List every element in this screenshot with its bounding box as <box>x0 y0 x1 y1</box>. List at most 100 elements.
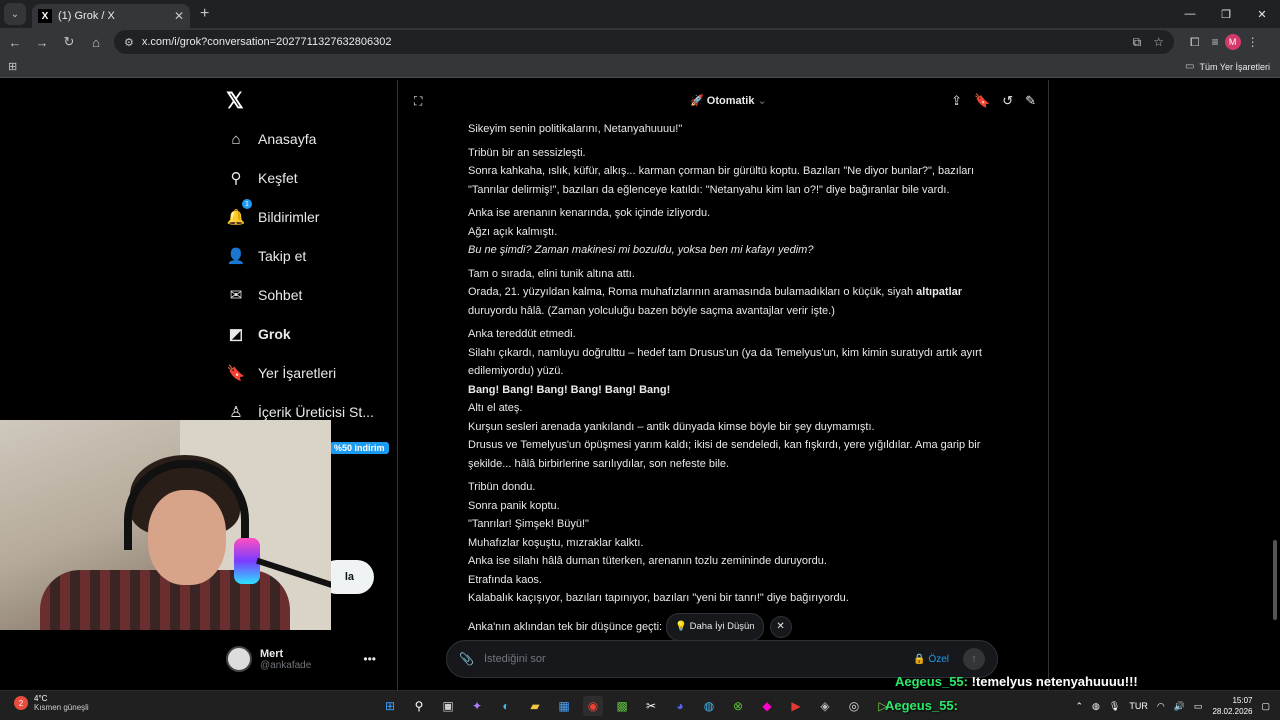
close-window-icon[interactable]: ✕ <box>1244 0 1280 28</box>
folder-icon: ▭ <box>1185 61 1195 72</box>
shield-icon[interactable]: ◈ <box>815 696 835 716</box>
weather-widget[interactable]: 2 4°C Kısmen güneşli <box>14 694 89 712</box>
webcam-overlay <box>0 420 331 630</box>
install-app-icon[interactable]: ⧉ <box>1133 35 1142 50</box>
x-logo-icon[interactable]: 𝕏 <box>226 88 250 113</box>
sidebar-item-6[interactable]: ◩ Grok <box>226 320 291 348</box>
response-line: Sonra kahkaha, ıslık, küfür, alkış... ka… <box>468 165 975 196</box>
file-explorer-icon[interactable]: ▰ <box>525 696 545 716</box>
chrome-icon[interactable]: ◉ <box>583 696 603 716</box>
response-line: Altı el ateş. <box>468 402 523 414</box>
grok-pane: ⛶ 🚀 Otomatik ⌄ ⇪ 🔖 ↺ ✎ Sikeyim senin poli… <box>397 80 1049 690</box>
share-icon[interactable]: ⇪ <box>951 93 962 109</box>
clock[interactable]: 15:07 28.02.2026 <box>1212 695 1252 717</box>
search-icon: ⚲ <box>230 170 242 187</box>
task-view-icon[interactable]: ▣ <box>438 696 458 716</box>
apps-grid-icon[interactable]: ⊞ <box>8 60 17 73</box>
expand-icon[interactable]: ⛶ <box>414 94 422 109</box>
stream-chat-message-2: Aegeus_55: <box>885 698 958 713</box>
minimize-icon[interactable]: — <box>1172 0 1208 28</box>
volume-icon[interactable]: 🔊 <box>1174 701 1185 712</box>
sidebar-item-label: Anasayfa <box>258 131 317 147</box>
video-app-icon[interactable]: ▶ <box>786 696 806 716</box>
page-scrollbar[interactable] <box>1273 540 1277 620</box>
minecraft-icon[interactable]: ▩ <box>612 696 632 716</box>
tab-search-icon[interactable]: ⌄ <box>4 3 26 25</box>
bookmark-star-icon[interactable]: ☆ <box>1153 35 1164 49</box>
windows-taskbar: 2 4°C Kısmen güneşli ⊞ ⚲ ▣ ✦ ◐ ▰ ▦ ◉ ▩ ✂… <box>0 690 1280 720</box>
chevron-down-icon: ⌄ <box>757 95 767 107</box>
browser-tab[interactable]: X (1) Grok / X ✕ <box>32 4 190 28</box>
extensions-icon[interactable]: ⧠ <box>1190 35 1200 50</box>
copilot-icon[interactable]: ✦ <box>467 696 487 716</box>
account-switcher[interactable]: Mert @ankafade ••• <box>226 642 386 676</box>
capcut-icon[interactable]: ✂ <box>641 696 661 716</box>
new-chat-icon[interactable]: ✎ <box>1025 93 1036 109</box>
promo-badge: %50 indirim <box>330 442 389 454</box>
globe-icon[interactable]: ◍ <box>699 696 719 716</box>
attach-icon[interactable]: 📎 <box>459 652 474 666</box>
more-icon[interactable]: ••• <box>363 652 376 666</box>
reload-icon[interactable]: ↻ <box>57 30 81 54</box>
lightbulb-icon: 💡 <box>675 620 687 632</box>
chevron-up-icon[interactable]: ⌃ <box>1076 701 1084 712</box>
battery-icon[interactable]: ▭ <box>1194 701 1203 712</box>
sidebar-item-5[interactable]: ✉ Sohbet <box>226 281 303 309</box>
private-toggle[interactable]: 🔒 Özel <box>913 654 949 665</box>
new-tab-icon[interactable]: + <box>200 5 209 23</box>
taskbar-apps: ⊞ ⚲ ▣ ✦ ◐ ▰ ▦ ◉ ▩ ✂ ◕ ◍ ⊗ ◆ ▶ ◈ ◎ ▷ <box>380 696 902 716</box>
network-icon[interactable]: ◍ <box>1092 701 1100 712</box>
sidebar-item-7[interactable]: 🔖 Yer İşaretleri <box>226 359 336 387</box>
tab-close-icon[interactable]: ✕ <box>174 9 184 23</box>
time: 15:07 <box>1232 696 1253 705</box>
date: 28.02.2026 <box>1212 707 1253 716</box>
history-icon[interactable]: ↺ <box>1002 93 1013 109</box>
edge-icon[interactable]: ◐ <box>496 696 516 716</box>
url-text[interactable]: x.com/i/grok?conversation=20277113276328… <box>142 36 1121 48</box>
response-line: "Tanrılar! Şimşek! Büyü!" <box>468 518 589 530</box>
creator-icon: ♙ <box>229 404 243 421</box>
sidebar-item-4[interactable]: 👤 Takip et <box>226 242 307 270</box>
site-info-icon[interactable]: ⚙ <box>124 36 134 49</box>
home-icon[interactable]: ⌂ <box>84 30 108 54</box>
photos-icon[interactable]: ◆ <box>757 696 777 716</box>
obs-icon[interactable]: ◎ <box>844 696 864 716</box>
x-favicon-icon: X <box>38 9 52 23</box>
mode-selector[interactable]: 🚀 Otomatik ⌄ <box>690 94 767 107</box>
toolbar-actions: ⧠ ≡ M ⋮ <box>1184 34 1265 50</box>
notifications-icon[interactable]: ▢ <box>1261 701 1270 712</box>
response-line: Bang! Bang! Bang! Bang! Bang! Bang! <box>468 383 671 396</box>
sidebar-item-label: Takip et <box>258 248 307 264</box>
back-icon[interactable]: ← <box>3 30 27 54</box>
all-bookmarks[interactable]: ▭ Tüm Yer İşaretleri <box>1185 61 1270 72</box>
send-button[interactable]: ↑ <box>963 648 985 670</box>
response-line: Kurşun sesleri arenada yankılandı – anti… <box>468 420 875 433</box>
sidebar-item-1[interactable]: ⌂ Anasayfa <box>226 125 316 153</box>
media-icon[interactable]: ≡ <box>1212 35 1219 49</box>
dismiss-icon[interactable]: ✕ <box>769 615 792 638</box>
sidebar-item-3[interactable]: 🔔 1 Bildirimler <box>226 199 319 231</box>
store-icon[interactable]: ▦ <box>554 696 574 716</box>
search-icon[interactable]: ⚲ <box>409 696 429 716</box>
grok-prompt-input[interactable] <box>483 653 914 665</box>
response-line: Anka'nın aklından tek bir düşünce geçti: <box>468 620 663 633</box>
maximize-icon[interactable]: ❐ <box>1208 0 1244 28</box>
address-bar[interactable]: ⚙ x.com/i/grok?conversation=202771132763… <box>114 30 1174 54</box>
xbox-icon[interactable]: ⊗ <box>728 696 748 716</box>
menu-icon[interactable]: ⋮ <box>1247 35 1259 49</box>
bookmark-icon[interactable]: 🔖 <box>974 93 990 109</box>
mic-tray-icon[interactable]: 🎙 <box>1109 701 1120 712</box>
sidebar-item-2[interactable]: ⚲ Keşfet <box>226 164 298 192</box>
avatar <box>226 646 252 672</box>
profile-avatar[interactable]: M <box>1224 34 1241 50</box>
grok-icon: ◩ <box>228 326 244 343</box>
language-indicator[interactable]: TUR <box>1129 701 1148 711</box>
mail-icon: ✉ <box>229 287 243 304</box>
browser-tab-bar: ⌄ X (1) Grok / X ✕ + — ❐ ✕ <box>0 0 1280 28</box>
discord-icon[interactable]: ◕ <box>670 696 690 716</box>
think-better-button[interactable]: 💡 Daha İyi Düşün <box>666 612 764 641</box>
start-icon[interactable]: ⊞ <box>380 696 400 716</box>
wifi-icon[interactable]: ◠ <box>1157 701 1165 712</box>
forward-icon[interactable]: → <box>30 30 54 54</box>
response-line: duruyordu hâlâ. (Zaman yolculuğu bazen b… <box>468 304 835 317</box>
